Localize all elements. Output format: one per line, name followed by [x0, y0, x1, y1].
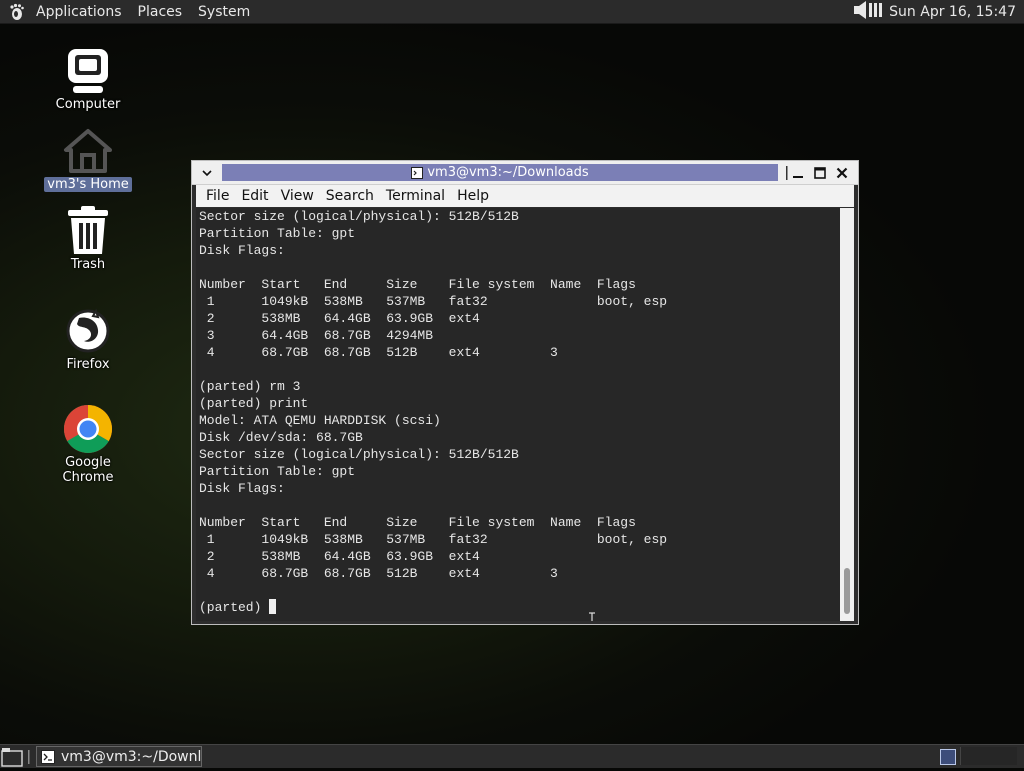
terminal-line: Disk Flags: [199, 481, 285, 496]
desktop-icon-label: Computer [55, 97, 121, 112]
menu-terminal[interactable]: Terminal [380, 188, 451, 204]
terminal-line: Model: ATA QEMU HARDDISK (scsi) [199, 413, 441, 428]
terminal-small-icon [41, 749, 55, 764]
terminal-line: 1 1049kB 538MB 537MB fat32 boot, esp [206, 532, 668, 547]
terminal-prompt: (parted) [199, 600, 270, 615]
bottom-panel: vm3@vm3:~/Downl... [0, 744, 1024, 768]
terminal-line: 1 1049kB 538MB 537MB fat32 boot, esp [206, 294, 668, 309]
window-title: vm3@vm3:~/Downloads [427, 165, 589, 180]
terminal-line: Partition Table: gpt [199, 464, 356, 479]
text-cursor [269, 599, 277, 614]
clock[interactable]: Sun Apr 16, 15:47 [883, 4, 1016, 20]
gnome-foot-icon[interactable] [6, 1, 28, 23]
home-icon [63, 126, 113, 176]
terminal-line: Disk Flags: [199, 243, 285, 258]
firefox-icon [63, 306, 113, 356]
terminal-output[interactable]: Sector size (logical/physical): 512B/512… [196, 208, 840, 621]
menu-view[interactable]: View [275, 188, 320, 204]
desktop-icon-label: Trash [70, 257, 106, 272]
workspace-switcher-active[interactable] [940, 749, 956, 765]
desktop-icon-computer[interactable]: Computer [38, 46, 138, 112]
terminal-line: Number Start End Size File system Name F… [199, 515, 636, 530]
terminal-line: 2 538MB 64.4GB 63.9GB ext4 [206, 549, 480, 564]
terminal-line: Sector size (logical/physical): 512B/512… [199, 447, 519, 462]
terminal-line: (parted) print [199, 396, 309, 411]
terminal-lines: Sector size (logical/physical): 512B/512… [199, 209, 667, 581]
menu-system[interactable]: System [190, 4, 258, 20]
chrome-icon [63, 404, 113, 454]
panel-tray: Sun Apr 16, 15:47 [853, 0, 1024, 24]
terminal-line: 4 68.7GB 68.7GB 512B ext4 3 [206, 345, 558, 360]
close-button[interactable] [833, 164, 851, 182]
workspace-switcher-inactive[interactable] [960, 747, 1017, 765]
show-desktop-icon[interactable] [1, 747, 23, 771]
menu-file[interactable]: File [200, 188, 235, 204]
menu-help[interactable]: Help [451, 188, 495, 204]
desktop-icon-firefox[interactable]: Firefox [38, 306, 138, 372]
ibeam-cursor-icon [589, 612, 595, 621]
maximize-button[interactable] [811, 164, 829, 182]
computer-icon [63, 46, 113, 96]
window-title-bar: vm3@vm3:~/Downloads [222, 164, 778, 181]
terminal-window[interactable]: vm3@vm3:~/Downloads File Edit View Searc… [191, 160, 859, 625]
minimize-button[interactable] [789, 164, 807, 182]
terminal-line: Sector size (logical/physical): 512B/512… [199, 209, 519, 224]
terminal-line: (parted) rm 3 [199, 379, 301, 394]
terminal-text: Sector size (logical/physical): 512B/512… [196, 208, 840, 616]
scrollbar-thumb[interactable] [844, 568, 850, 614]
window-menu-chevron-icon[interactable] [198, 164, 216, 182]
taskbar-label: vm3@vm3:~/Downl... [61, 748, 201, 765]
desktop-icon-home[interactable]: vm3's Home [38, 126, 138, 192]
desktop-icon-label: Firefox [66, 357, 110, 372]
terminal-menubar: File Edit View Search Terminal Help [196, 185, 854, 207]
panel-handle-icon [27, 750, 31, 768]
terminal-line: 4 68.7GB 68.7GB 512B ext4 3 [206, 566, 558, 581]
terminal-line: Disk /dev/sda: 68.7GB [199, 430, 363, 445]
terminal-line: 2 538MB 64.4GB 63.9GB ext4 [206, 311, 480, 326]
terminal-scrollbar[interactable] [840, 208, 854, 621]
trash-icon [63, 206, 113, 256]
menu-applications[interactable]: Applications [28, 4, 130, 20]
menu-edit[interactable]: Edit [235, 188, 274, 204]
desktop-icon-label: vm3's Home [44, 177, 132, 192]
top-panel: Applications Places System Sun Apr 16, 1… [0, 0, 1024, 24]
terminal-line: Partition Table: gpt [199, 226, 356, 241]
desktop-icon-label: Google Chrome [62, 455, 114, 485]
terminal-line: Number Start End Size File system Name F… [199, 277, 636, 292]
desktop-icon-trash[interactable]: Trash [38, 206, 138, 272]
volume-icon[interactable] [853, 0, 883, 24]
window-titlebar[interactable]: vm3@vm3:~/Downloads [192, 161, 858, 185]
menu-search[interactable]: Search [320, 188, 380, 204]
terminal-small-icon [411, 166, 424, 179]
taskbar-terminal-button[interactable]: vm3@vm3:~/Downl... [36, 746, 202, 767]
desktop-icon-chrome[interactable]: Google Chrome [38, 404, 138, 485]
terminal-line: 3 64.4GB 68.7GB 4294MB [206, 328, 434, 343]
menu-places[interactable]: Places [130, 4, 191, 20]
